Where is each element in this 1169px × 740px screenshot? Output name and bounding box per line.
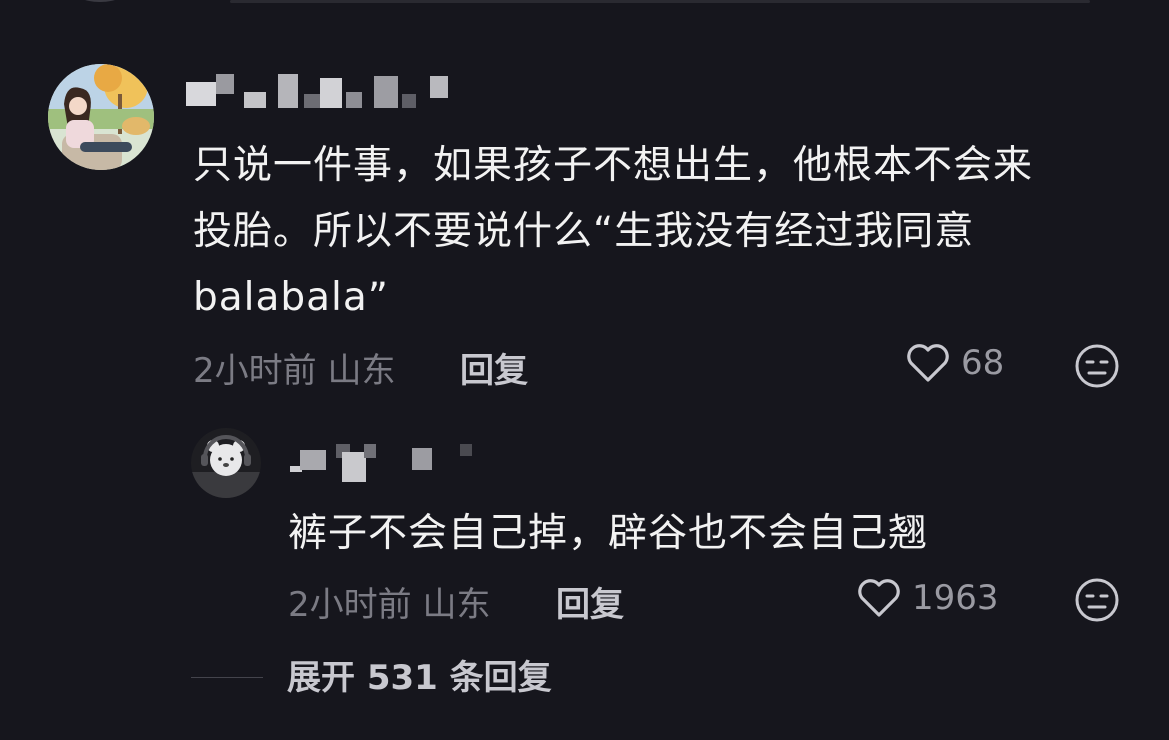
like-count: 68 [961, 343, 1005, 383]
neutral-face-icon [1075, 344, 1119, 388]
comment-location: 山东 [327, 351, 396, 391]
comment-time: 2小时前 [193, 351, 317, 391]
expand-divider [191, 677, 263, 678]
comment-location: 山东 [422, 585, 491, 625]
heart-outline-icon [858, 579, 900, 617]
comment-line: balabala” [193, 275, 389, 320]
comment-line: 投胎。所以不要说什么“生我没有经过我同意 [193, 209, 975, 254]
username-blurred[interactable] [290, 444, 490, 482]
avatar[interactable] [48, 64, 154, 170]
reply-button[interactable]: 回复 [556, 577, 624, 626]
neutral-face-icon [1075, 578, 1119, 622]
avatar-illustration [191, 428, 261, 498]
reaction-button[interactable] [1074, 577, 1120, 623]
reply-button[interactable]: 回复 [460, 343, 528, 392]
avatar-illustration [48, 64, 154, 170]
comment-text: 裤子不会自己掉，辟谷也不会自己翘 [288, 501, 928, 567]
username-blurred[interactable] [186, 74, 456, 110]
comment-line: 裤子不会自己掉，辟谷也不会自己翘 [288, 511, 929, 556]
comments-page: 只说一件事，如果孩子不想出生，他根本不会来 投胎。所以不要说什么“生我没有经过我… [0, 0, 1169, 740]
previous-avatar-edge [70, 0, 130, 2]
expand-replies-button[interactable]: 展开 531 条回复 [287, 650, 552, 699]
comment-line: 只说一件事，如果孩子不想出生，他根本不会来 [193, 143, 1034, 188]
comment-meta: 2小时前 山东 [193, 343, 395, 392]
like-button[interactable]: 68 [905, 338, 1004, 388]
heart-outline-icon [907, 344, 949, 382]
comment-text: 只说一件事，如果孩子不想出生，他根本不会来 投胎。所以不要说什么“生我没有经过我… [193, 133, 1033, 331]
comment-meta: 2小时前 山东 [288, 577, 490, 626]
comment-time: 2小时前 [288, 585, 412, 625]
previous-item-divider [230, 0, 1090, 3]
avatar[interactable] [191, 428, 261, 498]
like-count: 1963 [912, 578, 999, 618]
like-button[interactable]: 1963 [856, 573, 999, 623]
reaction-button[interactable] [1074, 343, 1120, 389]
